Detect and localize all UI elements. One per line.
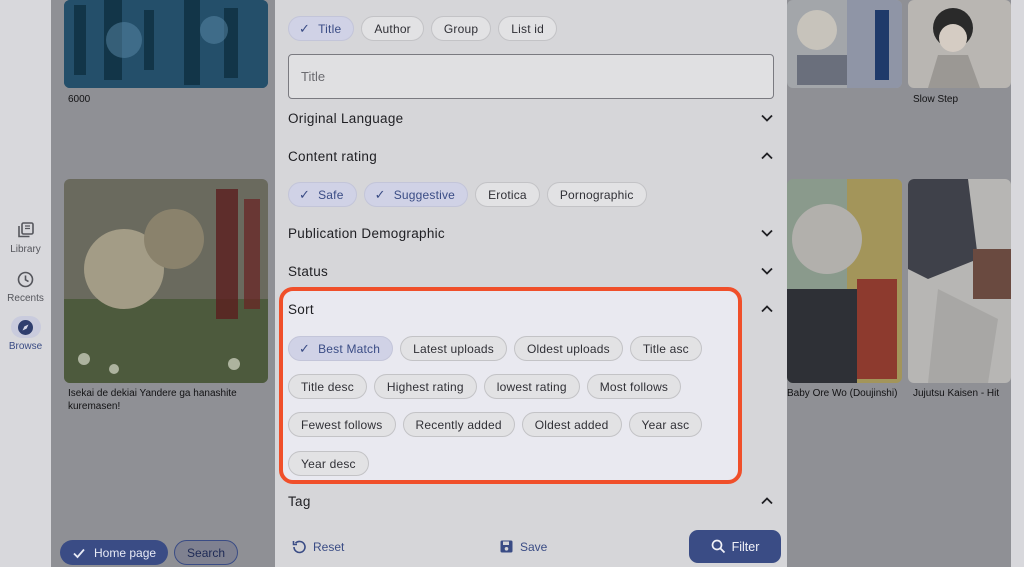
chip-author[interactable]: Author [361, 16, 424, 41]
section-tag[interactable]: Tag [288, 490, 774, 512]
nav-label: Browse [8, 341, 43, 352]
chevron-up-icon [760, 149, 774, 163]
check-icon: ✓ [299, 340, 311, 356]
chip-list-id[interactable]: List id [498, 16, 557, 41]
check-icon: ✓ [299, 186, 311, 202]
check-icon: ✓ [374, 186, 386, 202]
manga-cover[interactable] [64, 0, 268, 88]
title-input[interactable]: Title [288, 54, 774, 99]
chevron-up-icon [760, 494, 774, 508]
nav-item-browse[interactable]: Browse [0, 316, 51, 352]
section-publication-demographic[interactable]: Publication Demographic [288, 222, 774, 244]
nav-label: Library [10, 244, 41, 255]
section-content-rating[interactable]: Content rating [288, 145, 774, 167]
manga-title[interactable]: Jujutsu Kaisen - Hit [913, 387, 999, 400]
search-button[interactable]: Search [174, 540, 239, 565]
manga-cover[interactable] [787, 0, 902, 88]
chevron-up-icon [760, 302, 774, 316]
chip-highest-rating[interactable]: Highest rating [373, 374, 477, 399]
manga-title[interactable]: Slow Step [913, 93, 958, 106]
nav-item-recents[interactable]: Recents [0, 268, 51, 304]
chip-safe[interactable]: ✓ Safe [288, 182, 357, 207]
filter-dialog: ✓ Title Author Group List id Title Origin… [275, 0, 787, 567]
chip-oldest-added[interactable]: Oldest added [521, 412, 622, 437]
nav-item-library[interactable]: Library [0, 219, 51, 255]
manga-title[interactable]: 6000 [68, 93, 90, 106]
chip-erotica[interactable]: Erotica [475, 182, 540, 207]
compass-icon [10, 316, 41, 338]
dialog-actions: Reset Save Filter [275, 530, 787, 564]
chip-most-follows[interactable]: Most follows [586, 374, 682, 399]
chip-title[interactable]: ✓ Title [288, 16, 355, 41]
home-page-label: Home page [94, 545, 157, 560]
save-button[interactable]: Save [499, 539, 547, 554]
clock-icon [11, 268, 41, 290]
chip-best-match[interactable]: ✓ Best Match [288, 336, 394, 361]
chevron-down-icon [760, 226, 774, 240]
chip-suggestive[interactable]: ✓ Suggestive [363, 182, 469, 207]
chip-year-asc[interactable]: Year asc [628, 412, 703, 437]
manga-cover[interactable] [908, 0, 1011, 88]
chevron-down-icon [760, 264, 774, 278]
section-original-language[interactable]: Original Language [288, 107, 774, 129]
save-icon [500, 540, 513, 553]
search-by-chips: ✓ Title Author Group List id [288, 16, 557, 41]
nav-label: Recents [7, 293, 44, 304]
manga-cover[interactable] [64, 179, 268, 383]
chevron-down-icon [760, 111, 774, 125]
bottom-actions: Home page Search [60, 540, 239, 565]
navigation-rail: Library Recents Browse [0, 0, 51, 567]
sort-chips-row: Year desc [288, 451, 369, 476]
content-rating-chips: ✓ Safe ✓ Suggestive Erotica Pornographic [288, 182, 647, 207]
chip-fewest-follows[interactable]: Fewest follows [288, 412, 396, 437]
title-placeholder: Title [301, 69, 326, 84]
chip-title-asc[interactable]: Title asc [629, 336, 702, 361]
chip-oldest-uploads[interactable]: Oldest uploads [513, 336, 623, 361]
sort-chips-row: ✓ Best Match Latest uploads Oldest upload… [288, 336, 702, 361]
manga-cover[interactable] [787, 179, 902, 383]
manga-title[interactable]: Isekai de dekiai Yandere ga hanashite ku… [68, 387, 268, 413]
section-sort[interactable]: Sort [288, 298, 774, 320]
manga-title[interactable]: Baby Ore Wo (Doujinshi) [787, 387, 897, 400]
chip-latest-uploads[interactable]: Latest uploads [400, 336, 507, 361]
manga-cover[interactable] [908, 179, 1011, 383]
sort-chips-row: Title desc Highest rating lowest rating … [288, 374, 682, 399]
sort-chips-row: Fewest follows Recently added Oldest add… [288, 412, 703, 437]
reset-icon [292, 540, 306, 554]
chip-title-desc[interactable]: Title desc [288, 374, 367, 399]
home-page-button[interactable]: Home page [60, 540, 169, 565]
search-label: Search [187, 545, 226, 560]
check-icon [73, 548, 85, 558]
filter-button[interactable]: Filter [689, 530, 781, 563]
chip-recently-added[interactable]: Recently added [402, 412, 515, 437]
scroll-strip [1011, 0, 1024, 567]
chip-year-desc[interactable]: Year desc [288, 451, 369, 476]
chip-group[interactable]: Group [430, 16, 492, 41]
search-icon [711, 539, 725, 554]
reset-button[interactable]: Reset [292, 539, 344, 554]
section-status[interactable]: Status [288, 260, 774, 282]
chip-pornographic[interactable]: Pornographic [546, 182, 647, 207]
chip-lowest-rating[interactable]: lowest rating [483, 374, 580, 399]
library-icon [11, 219, 41, 241]
check-icon: ✓ [299, 20, 311, 36]
